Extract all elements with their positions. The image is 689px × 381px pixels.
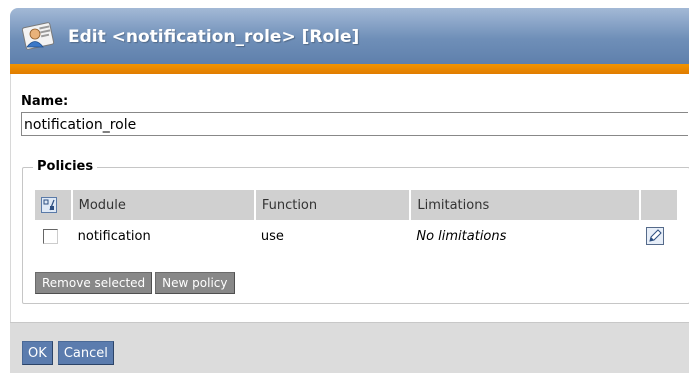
title-bar: Edit <notification_role> [Role] bbox=[10, 8, 689, 64]
cancel-button[interactable]: Cancel bbox=[57, 341, 114, 365]
cell-function: use bbox=[254, 220, 411, 252]
role-icon bbox=[22, 22, 55, 50]
cell-module: notification bbox=[71, 220, 255, 252]
column-header-function: Function bbox=[254, 190, 412, 220]
page-title: Edit <notification_role> [Role] bbox=[68, 27, 360, 47]
row-select-cell bbox=[35, 220, 72, 252]
table-header-row: Module Function Limitations bbox=[35, 190, 677, 220]
column-header-limitations: Limitations bbox=[410, 190, 642, 220]
table-row: notification use No limitations bbox=[35, 220, 677, 252]
toggle-selection-header[interactable] bbox=[35, 190, 73, 220]
policies-fieldset: Policies Module Function Limitations not… bbox=[22, 159, 689, 304]
policies-table: Module Function Limitations notification… bbox=[35, 190, 677, 252]
row-edit-cell bbox=[640, 220, 677, 252]
cell-limitations: No limitations bbox=[410, 220, 641, 252]
policies-legend: Policies bbox=[33, 159, 98, 174]
ok-button[interactable]: OK bbox=[22, 341, 53, 365]
edit-form: Name: Policies bbox=[10, 74, 689, 322]
invert-selection-icon[interactable] bbox=[41, 197, 57, 213]
name-label: Name: bbox=[21, 94, 69, 109]
column-header-edit bbox=[640, 190, 677, 220]
column-header-module: Module bbox=[71, 190, 256, 220]
form-controls-bar: OK Cancel bbox=[10, 322, 689, 373]
new-policy-button[interactable]: New policy bbox=[155, 272, 235, 294]
policy-actions: Remove selected New policy bbox=[35, 272, 238, 294]
title-accent-bar bbox=[10, 64, 689, 74]
remove-selected-button[interactable]: Remove selected bbox=[35, 272, 153, 294]
form-actions: OK Cancel bbox=[22, 341, 114, 365]
row-select-checkbox[interactable] bbox=[43, 228, 58, 244]
name-input[interactable] bbox=[21, 112, 688, 136]
edit-pencil-icon[interactable] bbox=[646, 227, 665, 245]
role-edit-window: Edit <notification_role> [Role] Name: Po… bbox=[0, 0, 689, 381]
